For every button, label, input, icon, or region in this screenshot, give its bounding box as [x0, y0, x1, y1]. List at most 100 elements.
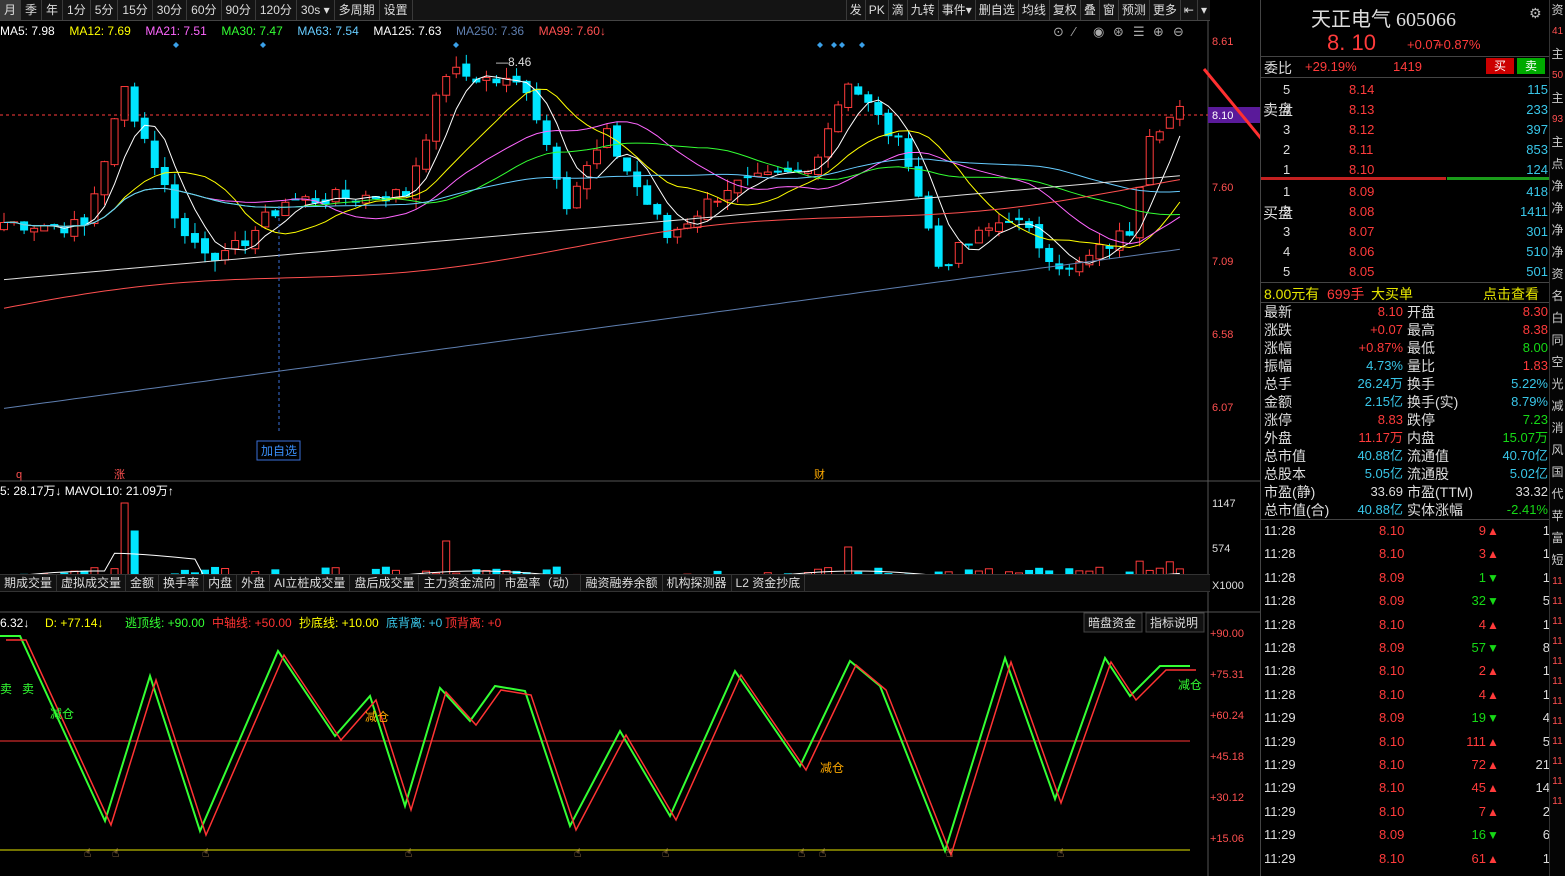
indicator-tab[interactable]: 外盘 — [237, 575, 271, 591]
side-tab[interactable]: 同 — [1550, 330, 1565, 352]
toolbar-button[interactable]: 叠 — [1079, 0, 1099, 20]
toolbar-button[interactable]: 九转 — [906, 0, 938, 20]
period-tab[interactable]: 5分 — [91, 0, 119, 20]
oscillator-button-label[interactable]: 暗盘资金 — [1088, 615, 1136, 630]
indicator-tab[interactable]: AI立桩成交量 — [270, 575, 351, 591]
toolbar-button[interactable]: PK — [864, 0, 888, 20]
side-tab[interactable]: 11 — [1550, 592, 1565, 612]
period-tab[interactable]: 多周期 — [335, 0, 380, 20]
chart-tool-icon[interactable]: ◉ — [1093, 24, 1104, 39]
side-tab[interactable]: 主 — [1550, 44, 1565, 66]
candle-body — [331, 189, 340, 203]
side-tab[interactable]: 11 — [1550, 692, 1565, 712]
toolbar-button[interactable]: ⇤ — [1179, 0, 1197, 20]
toolbar-button[interactable]: 删自选 — [974, 0, 1018, 20]
toolbar-button[interactable]: 发 — [845, 0, 865, 20]
side-tab[interactable]: 11 — [1550, 612, 1565, 632]
side-tab[interactable]: 代 — [1550, 484, 1565, 506]
candle-body — [180, 218, 189, 237]
side-tab[interactable]: 空 — [1550, 352, 1565, 374]
oscillator-button-label[interactable]: 指标说明 — [1150, 615, 1198, 630]
indicator-tab[interactable]: 机构探测器 — [663, 575, 732, 591]
indicator-tab[interactable]: 虚拟成交量 — [57, 575, 127, 591]
toolbar-button[interactable]: 复权 — [1048, 0, 1080, 20]
indicator-tab[interactable]: 市盈率（动） — [500, 575, 582, 591]
indicator-tab[interactable]: 主力资金流向 — [419, 575, 501, 591]
indicator-tab[interactable]: 盘后成交量 — [350, 575, 420, 591]
chart-tool-icon[interactable]: ☰ — [1133, 24, 1145, 39]
side-tab[interactable]: 50 — [1550, 66, 1565, 88]
period-tab[interactable]: 年 — [42, 0, 64, 20]
chart-tool-icon[interactable]: ⊕ — [1153, 24, 1164, 39]
side-tab[interactable]: 11 — [1550, 632, 1565, 652]
ask-price: 8.11 — [1349, 142, 1374, 157]
side-tab[interactable]: 点 — [1550, 154, 1565, 176]
event-marker[interactable]: 财 — [814, 467, 825, 481]
toolbar-button[interactable]: 滴 — [887, 0, 907, 20]
chart-tool-icon[interactable]: ⊖ — [1173, 24, 1184, 39]
toolbar-button[interactable]: 均线 — [1017, 0, 1049, 20]
side-tab[interactable]: 短 — [1550, 550, 1565, 572]
chart-tool-icon[interactable]: ⊙ — [1053, 24, 1064, 39]
event-marker[interactable]: q — [16, 469, 22, 481]
period-tab[interactable]: 设置 — [380, 0, 413, 20]
side-tab[interactable]: 41 — [1550, 22, 1565, 44]
period-tab[interactable]: 1分 — [63, 0, 91, 20]
indicator-tab[interactable]: 期成交量 — [0, 575, 58, 591]
period-tab[interactable]: 60分 — [187, 0, 222, 20]
side-tab[interactable]: 主 — [1550, 132, 1565, 154]
period-tab[interactable]: 月 — [0, 0, 22, 20]
settings-gear-icon[interactable]: ⚙ — [1529, 5, 1542, 22]
side-tab[interactable]: 风 — [1550, 440, 1565, 462]
indicator-tab[interactable]: 内盘 — [204, 575, 238, 591]
side-tab[interactable]: 11 — [1550, 572, 1565, 592]
side-tab[interactable]: 主 — [1550, 88, 1565, 110]
period-tab[interactable]: 30s ▾ — [297, 0, 335, 20]
toolbar-button[interactable]: ▾ — [1196, 0, 1210, 20]
side-tab[interactable]: 国 — [1550, 462, 1565, 484]
candle-body — [492, 78, 501, 84]
toolbar-button[interactable]: 事件▾ — [937, 0, 975, 20]
toolbar-button[interactable]: 更多 — [1148, 0, 1180, 20]
side-tab[interactable]: 11 — [1550, 752, 1565, 772]
period-tab[interactable]: 120分 — [256, 0, 297, 20]
toolbar-button[interactable]: 预测 — [1117, 0, 1149, 20]
side-tab[interactable]: 11 — [1550, 792, 1565, 812]
side-tab[interactable]: 净 — [1550, 198, 1565, 220]
side-tab[interactable]: 白 — [1550, 308, 1565, 330]
side-tab[interactable]: 净 — [1550, 242, 1565, 264]
side-tab[interactable]: 消 — [1550, 418, 1565, 440]
side-tab[interactable]: 11 — [1550, 652, 1565, 672]
side-tab[interactable]: 苹 — [1550, 506, 1565, 528]
side-tab[interactable]: 11 — [1550, 712, 1565, 732]
side-tab[interactable]: 资 — [1550, 0, 1565, 22]
indicator-tab[interactable]: L2 资金抄底 — [732, 575, 806, 591]
buy-button[interactable]: 买 — [1486, 58, 1514, 74]
sell-button[interactable]: 卖 — [1517, 58, 1545, 74]
side-tab[interactable]: 11 — [1550, 772, 1565, 792]
side-tab[interactable]: 净 — [1550, 176, 1565, 198]
indicator-tab[interactable]: 金额 — [126, 575, 160, 591]
period-tab[interactable]: 90分 — [222, 0, 256, 20]
period-tab[interactable]: 30分 — [153, 0, 188, 20]
side-tab[interactable]: 富 — [1550, 528, 1565, 550]
event-marker[interactable]: 涨 — [114, 468, 125, 481]
period-tab[interactable]: 15分 — [118, 0, 153, 20]
side-tab[interactable]: 减 — [1550, 396, 1565, 418]
bigorder-link[interactable]: 点击查看 — [1483, 284, 1539, 304]
side-tab[interactable]: 名 — [1550, 286, 1565, 308]
indicator-tab[interactable]: 换手率 — [159, 575, 205, 591]
toolbar-button[interactable]: 窗 — [1098, 0, 1118, 20]
side-tab[interactable]: 11 — [1550, 732, 1565, 752]
side-tab[interactable]: 资 — [1550, 264, 1565, 286]
candle-body — [924, 195, 933, 229]
tick-time: 11:28 — [1264, 640, 1296, 655]
side-tab[interactable]: 93 — [1550, 110, 1565, 132]
side-tab[interactable]: 11 — [1550, 672, 1565, 692]
add-watch-label[interactable]: 加自选 — [261, 444, 297, 458]
indicator-tab[interactable]: 融资融券余额 — [581, 575, 663, 591]
period-tab[interactable]: 季 — [21, 0, 43, 20]
chart-tool-icon[interactable]: ⊛ — [1113, 24, 1124, 39]
side-tab[interactable]: 净 — [1550, 220, 1565, 242]
side-tab[interactable]: 光 — [1550, 374, 1565, 396]
